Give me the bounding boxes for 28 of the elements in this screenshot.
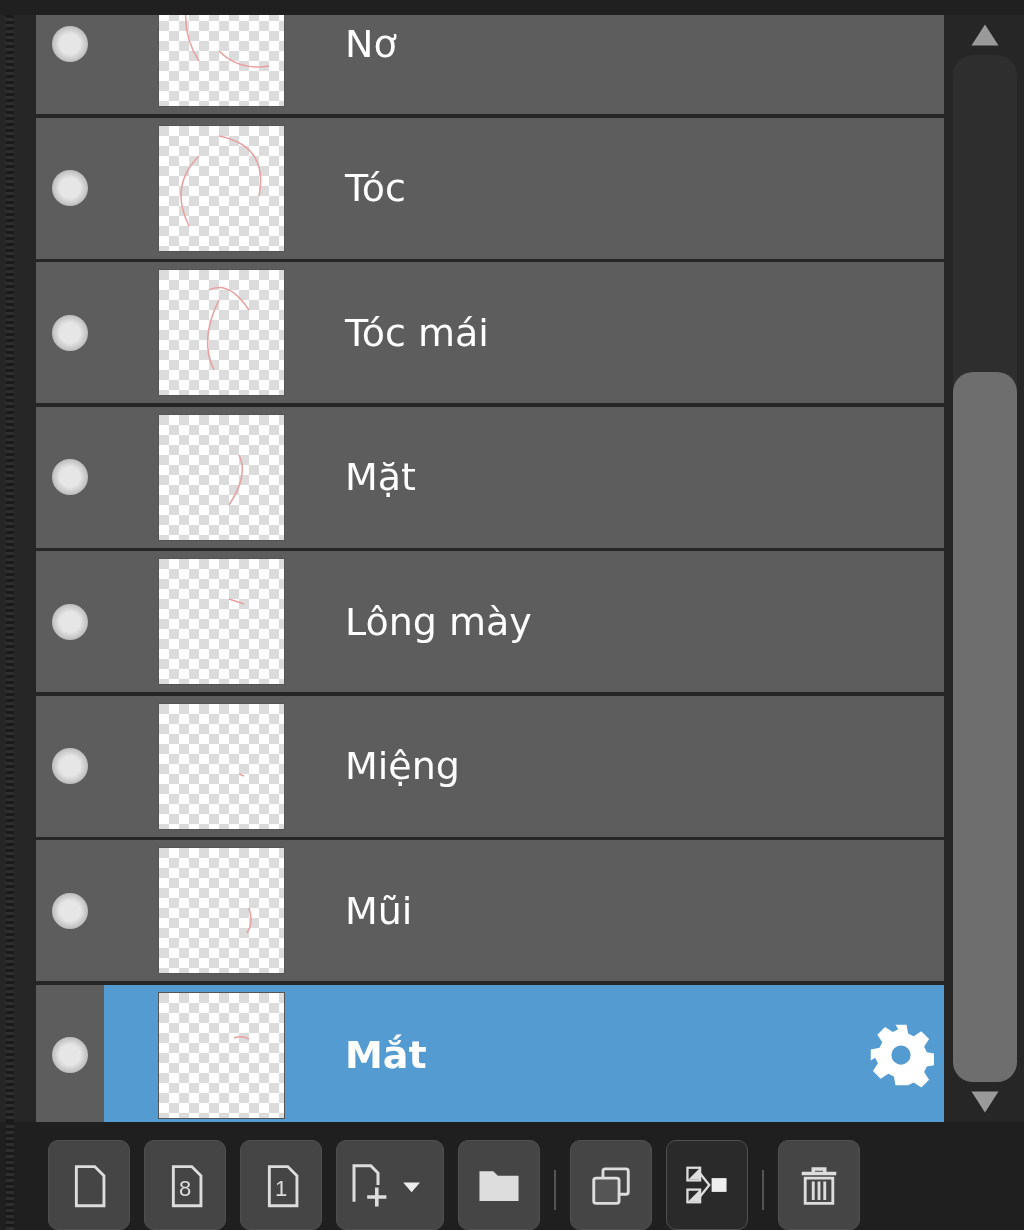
- layer-name: Miệng: [345, 744, 460, 788]
- merge-layer-button[interactable]: [666, 1140, 748, 1230]
- visibility-toggle[interactable]: [52, 314, 88, 351]
- visibility-toggle[interactable]: [52, 892, 88, 929]
- layer-name: Mũi: [345, 888, 413, 933]
- layer-name: Tóc: [345, 166, 406, 210]
- scroll-down-icon[interactable]: [970, 1090, 1000, 1114]
- layer-name: Lông mày: [345, 599, 532, 644]
- visibility-toggle[interactable]: [52, 603, 88, 640]
- visibility-toggle[interactable]: [52, 170, 88, 206]
- visibility-toggle[interactable]: [52, 459, 88, 495]
- new-layer-button[interactable]: 8: [144, 1140, 226, 1230]
- layer-name: Tóc mái: [345, 310, 489, 355]
- layer-name: Mặt: [345, 455, 416, 499]
- duplicate-layer-button[interactable]: [570, 1140, 652, 1230]
- scroll-thumb[interactable]: [953, 372, 1017, 1082]
- visibility-toggle[interactable]: [52, 1037, 88, 1073]
- folder-button[interactable]: [458, 1140, 540, 1230]
- add-layer-dropdown[interactable]: [336, 1140, 444, 1230]
- delete-layer-button[interactable]: [778, 1140, 860, 1230]
- new-layer-button[interactable]: 1: [240, 1140, 322, 1230]
- new-layer-button[interactable]: [48, 1140, 130, 1230]
- layer-name: Mắt: [345, 1033, 427, 1077]
- visibility-toggle[interactable]: [52, 748, 88, 784]
- layer-name: Nơ: [345, 21, 397, 66]
- visibility-toggle[interactable]: [52, 25, 88, 62]
- settings-icon[interactable]: [868, 1022, 934, 1088]
- scroll-up-icon[interactable]: [970, 23, 1000, 47]
